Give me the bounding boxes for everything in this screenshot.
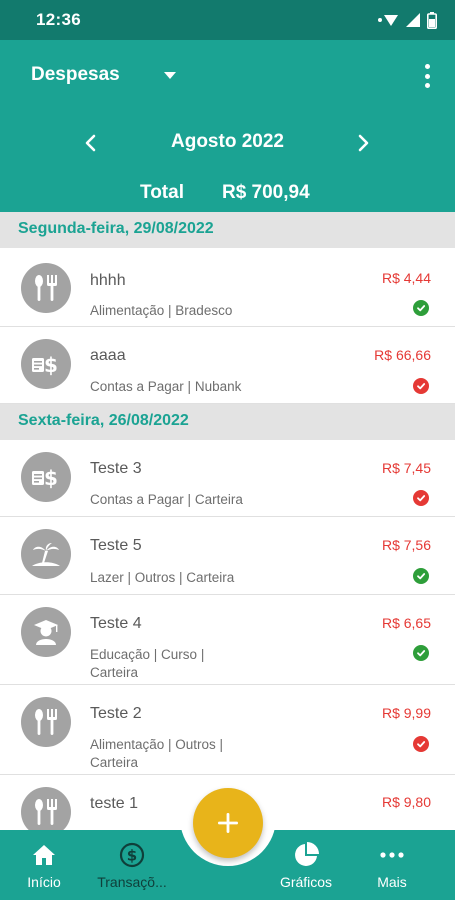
item-amount: R$ 9,80: [381, 794, 431, 810]
month-label: Agosto 2022: [171, 131, 284, 152]
transaction-list[interactable]: Segunda-feira, 29/08/2022 hhhh Alimentaç…: [0, 212, 455, 830]
item-subtitle: Contas a Pagar | Nubank: [90, 379, 242, 394]
pie-chart-icon: [295, 842, 319, 866]
add-transaction-button[interactable]: [193, 788, 263, 858]
day-header: Segunda-feira, 29/08/2022: [0, 212, 455, 248]
nav-charts-label: Gráficos: [279, 874, 333, 890]
signal-icon: [406, 13, 420, 27]
item-name: Teste 5: [90, 537, 142, 554]
item-subtitle: Lazer | Outros | Carteira: [90, 570, 235, 585]
item-amount: R$ 4,44: [381, 270, 431, 286]
item-name: hhhh: [90, 272, 126, 289]
list-item[interactable]: Teste 5 Lazer | Outros | Carteira R$ 7,5…: [0, 517, 455, 595]
chevron-right-icon[interactable]: [352, 132, 374, 154]
total-value: R$ 700,94: [221, 182, 310, 203]
nav-home-label: Início: [27, 874, 61, 890]
total-summary: Total R$ 700,94: [140, 182, 310, 204]
list-item[interactable]: hhhh Alimentação | Bradesco R$ 4,44: [0, 248, 455, 327]
plus-icon: [218, 813, 238, 833]
fork-knife-icon: [21, 697, 71, 747]
beach-palm-icon: [21, 529, 71, 579]
item-subtitle: Educação | Curso | Carteira: [90, 647, 205, 680]
status-bar: 12:36: [0, 0, 455, 40]
app-header: Despesas Agosto 2022 Total R$ 700,94: [0, 40, 455, 212]
month-navigator: Agosto 2022: [0, 128, 455, 158]
paid-check-icon[interactable]: [413, 568, 429, 584]
pending-check-icon[interactable]: [413, 490, 429, 506]
list-item[interactable]: $ Teste 3 Contas a Pagar | Carteira R$ 7…: [0, 440, 455, 517]
item-amount: R$ 7,45: [381, 460, 431, 476]
nav-more[interactable]: Mais: [368, 830, 416, 900]
graduate-icon: [21, 607, 71, 657]
paid-check-icon[interactable]: [413, 645, 429, 661]
fork-knife-icon: [21, 263, 71, 313]
pending-check-icon[interactable]: [413, 736, 429, 752]
day-header: Sexta-feira, 26/08/2022: [0, 404, 455, 440]
item-name: Teste 2: [90, 705, 142, 722]
item-name: aaaa: [90, 347, 126, 364]
svg-text:$: $: [44, 466, 58, 490]
item-name: Teste 4: [90, 615, 142, 632]
svg-text:$: $: [127, 847, 137, 865]
nav-transactions-label: Transaçõ...: [97, 874, 167, 890]
battery-icon: [427, 11, 437, 29]
wifi-icon: [378, 15, 398, 26]
dollar-circle-icon: $: [119, 842, 145, 868]
nav-home[interactable]: Início: [18, 830, 70, 900]
status-time: 12:36: [36, 10, 81, 29]
item-amount: R$ 66,66: [374, 347, 431, 363]
list-item[interactable]: Teste 4 Educação | Curso | Carteira R$ 6…: [0, 595, 455, 685]
nav-more-label: Mais: [377, 874, 407, 890]
dropdown-arrow-icon: [163, 71, 176, 79]
total-label: Total: [140, 182, 184, 203]
item-name: Teste 3: [90, 460, 142, 477]
bill-money-icon: $: [21, 452, 71, 502]
item-subtitle: Alimentação | Bradesco: [90, 303, 233, 318]
pending-check-icon[interactable]: [413, 378, 429, 394]
more-options-icon[interactable]: [419, 62, 435, 90]
status-icons: [377, 11, 437, 29]
bill-money-icon: $: [21, 339, 71, 389]
category-selector[interactable]: Despesas: [31, 64, 176, 86]
nav-transactions[interactable]: $ Transaçõ...: [86, 830, 178, 900]
item-subtitle: Contas a Pagar | Carteira: [90, 492, 243, 507]
list-item[interactable]: Teste 2 Alimentação | Outros | Carteira …: [0, 685, 455, 775]
more-horizontal-icon: [380, 852, 404, 858]
nav-charts[interactable]: Gráficos: [274, 830, 338, 900]
item-amount: R$ 9,99: [381, 705, 431, 721]
fork-knife-icon: [21, 787, 71, 830]
item-name: teste 1: [90, 795, 139, 812]
item-amount: R$ 7,56: [381, 537, 431, 553]
item-amount: R$ 6,65: [381, 615, 431, 631]
home-icon: [33, 845, 55, 865]
paid-check-icon[interactable]: [413, 300, 429, 316]
chevron-left-icon[interactable]: [80, 132, 102, 154]
list-item[interactable]: $ aaaa Contas a Pagar | Nubank R$ 66,66: [0, 327, 455, 404]
svg-text:$: $: [44, 353, 58, 377]
item-subtitle: Alimentação | Outros | Carteira: [90, 737, 224, 770]
page-title: Despesas: [31, 64, 120, 85]
